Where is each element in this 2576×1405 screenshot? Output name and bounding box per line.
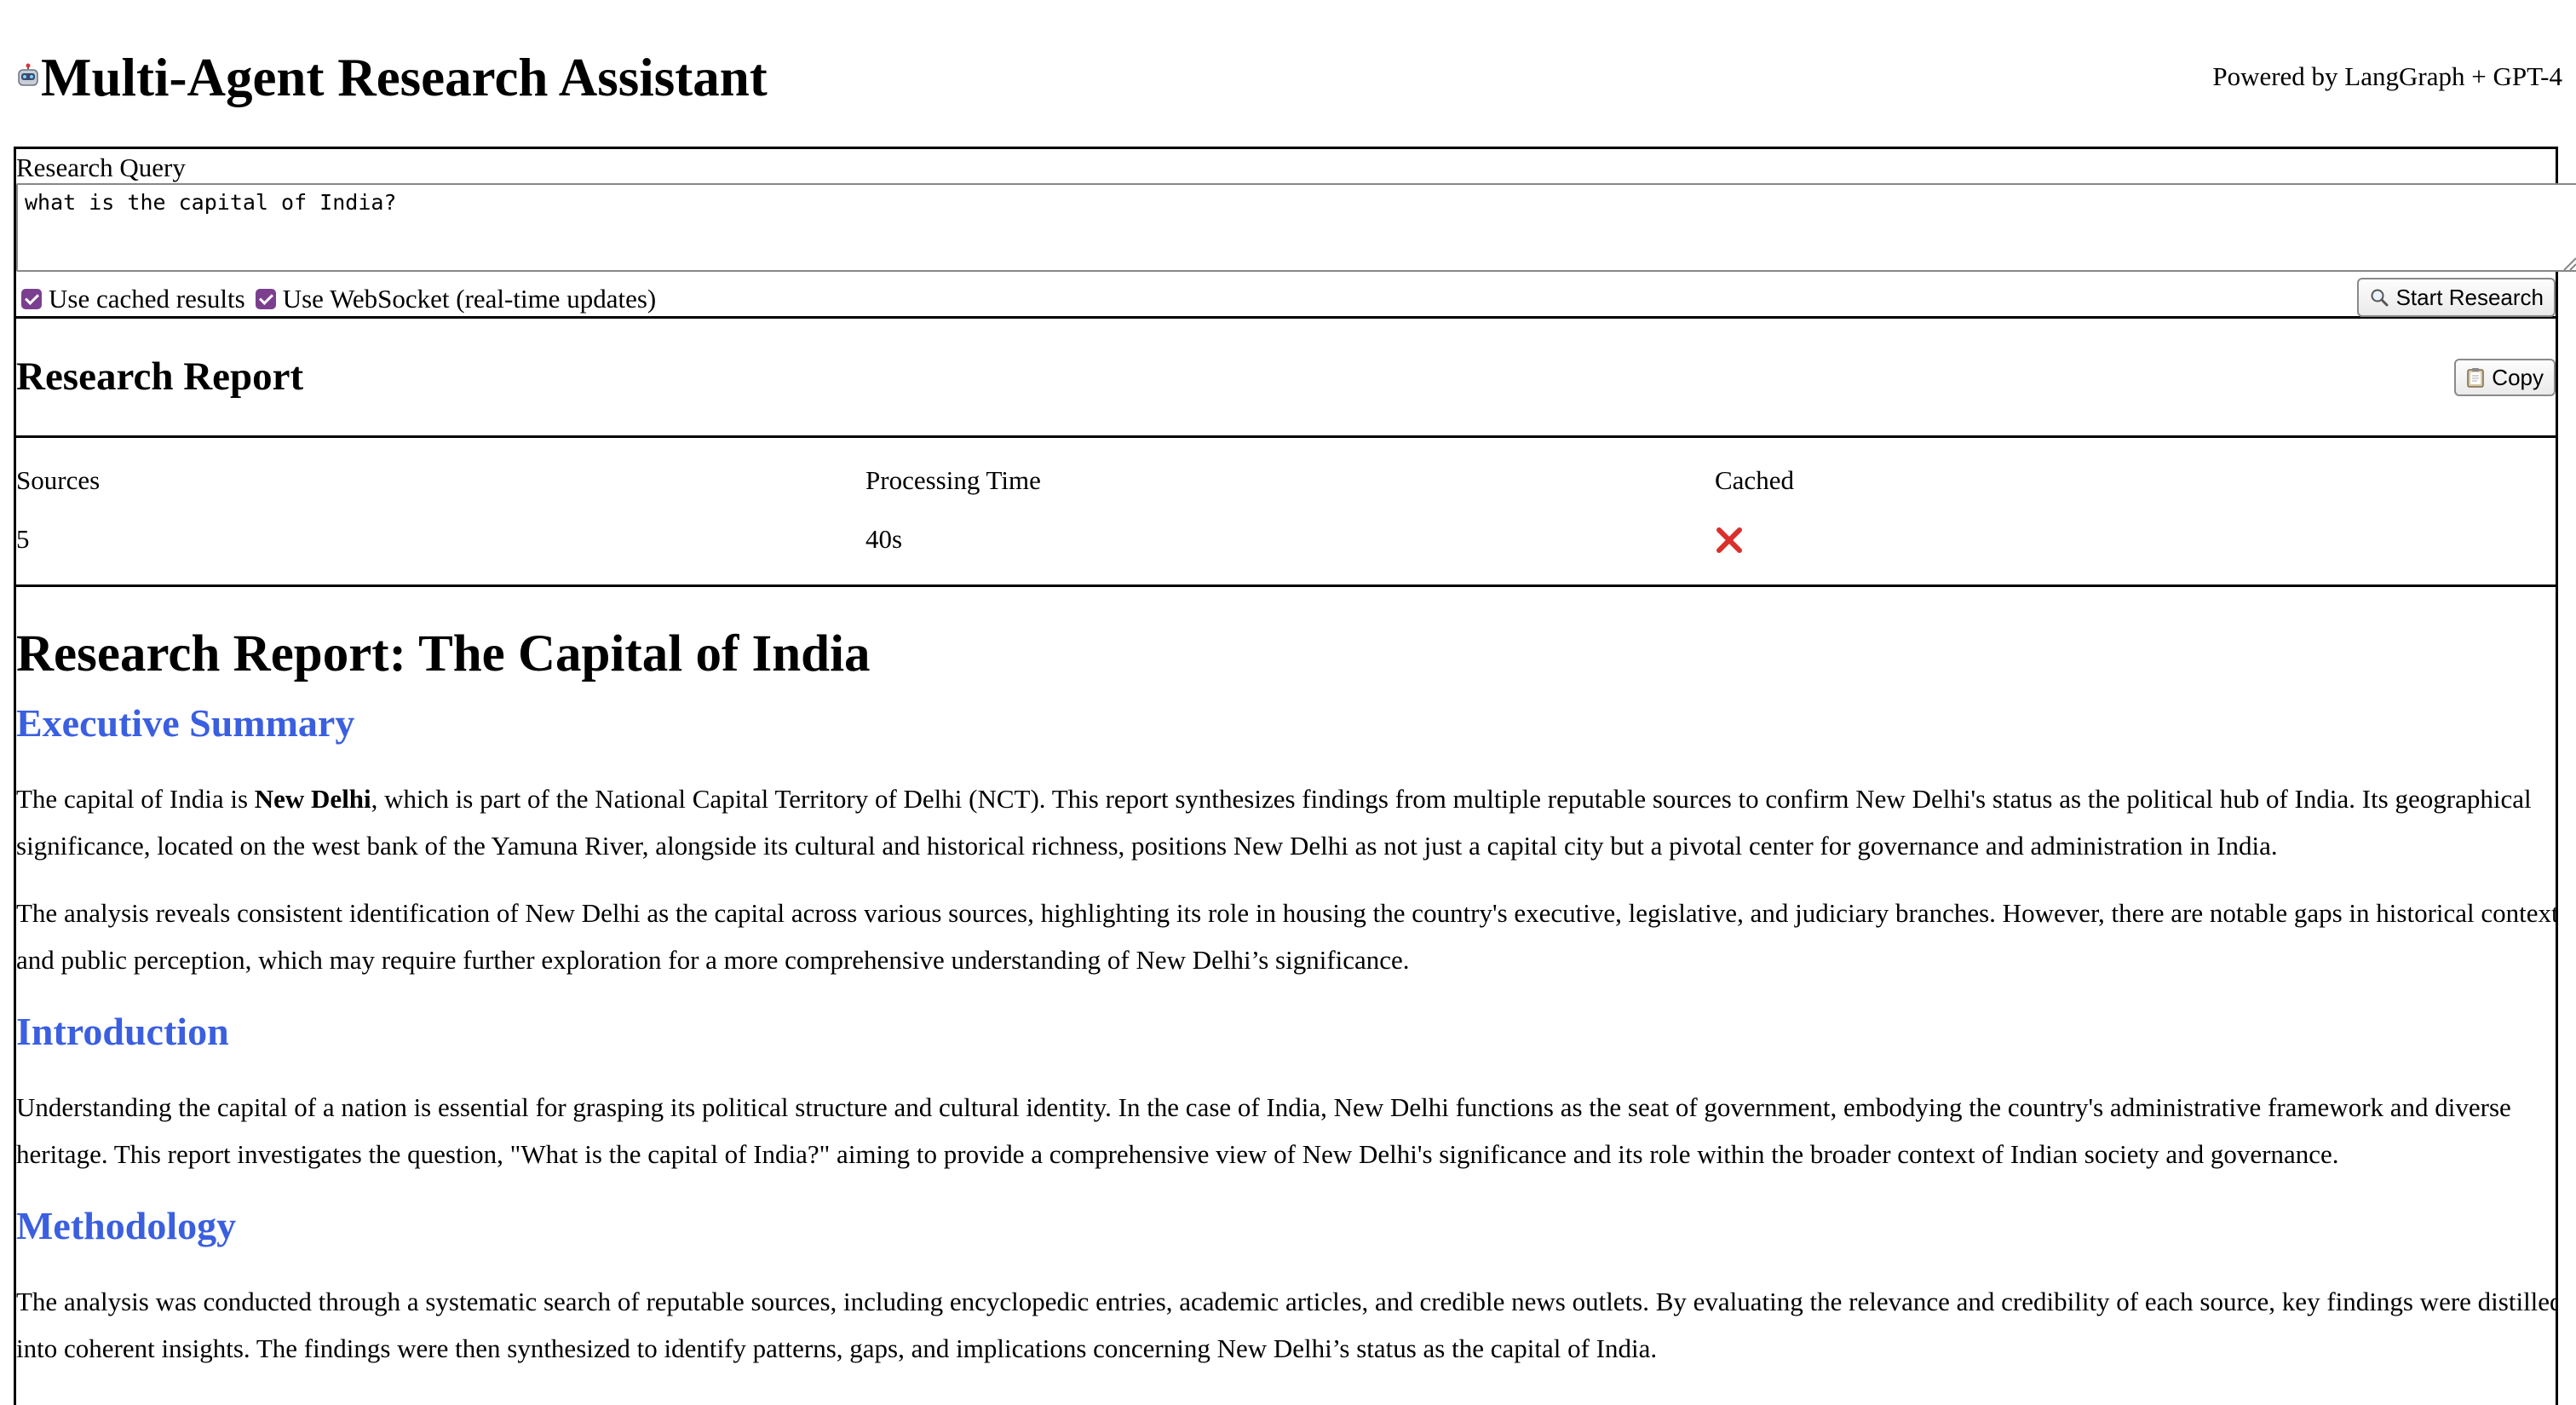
copy-button[interactable]: Copy: [2454, 359, 2556, 396]
paragraph-text: The capital of India is: [16, 784, 255, 814]
stat-processing-time: Processing Time 40s: [865, 464, 1041, 556]
research-query-label: Research Query: [16, 153, 186, 182]
paragraph-text: , which is part of the National Capital …: [16, 784, 2532, 861]
robot-icon: [18, 63, 38, 86]
stat-cached-label: Cached: [1715, 465, 1794, 495]
app-header: Multi-Agent Research Assistant Powered b…: [0, 0, 2576, 145]
report-stats: Sources 5 Processing Time 40s Cached: [14, 438, 2558, 587]
use-cached-label: Use cached results: [49, 284, 245, 314]
stat-processing-time-value: 40s: [865, 524, 903, 554]
use-cached-checkbox[interactable]: [21, 289, 42, 309]
magnifier-icon: [2371, 289, 2389, 307]
query-options: Use cached results Use WebSocket (real-t…: [21, 284, 666, 314]
executive-summary-paragraph-2: The analysis reveals consistent identifi…: [16, 898, 2558, 975]
stat-cached: Cached: [1715, 464, 1794, 555]
clipboard-icon: [2467, 368, 2485, 388]
stat-sources: Sources 5: [16, 464, 100, 556]
section-heading-methodology: Methodology: [16, 1204, 237, 1247]
copy-label: Copy: [2492, 365, 2544, 390]
app-title: Multi-Agent Research Assistant: [41, 48, 768, 107]
cross-mark-icon: [1716, 527, 1742, 553]
research-query-input[interactable]: what is the capital of India?: [16, 183, 2576, 272]
use-websocket-label: Use WebSocket (real-time updates): [282, 284, 657, 314]
powered-by-text: Powered by LangGraph + GPT-4: [2212, 61, 2562, 91]
use-websocket-checkbox[interactable]: [255, 289, 276, 309]
report-title: Research Report: The Capital of India: [16, 625, 871, 682]
use-cached-option[interactable]: Use cached results: [21, 284, 245, 314]
stat-sources-value: 5: [16, 524, 30, 554]
report-content: Research Report: The Capital of India Ex…: [14, 587, 2558, 1405]
section-heading-executive-summary: Executive Summary: [16, 701, 355, 745]
research-query-panel: Research Query what is the capital of In…: [14, 147, 2576, 319]
use-websocket-option[interactable]: Use WebSocket (real-time updates): [255, 284, 657, 314]
executive-summary-paragraph-1: The capital of India is New Delhi, which…: [16, 775, 2556, 869]
report-header: Research Report Copy: [14, 319, 2558, 438]
methodology-paragraph: The analysis was conducted through a sys…: [16, 1287, 2558, 1363]
introduction-paragraph: Understanding the capital of a nation is…: [16, 1092, 2511, 1169]
stat-sources-label: Sources: [16, 465, 101, 495]
section-heading-introduction: Introduction: [16, 1010, 229, 1053]
resize-grip-icon[interactable]: [2559, 253, 2576, 272]
start-research-button[interactable]: Start Research: [2356, 278, 2556, 317]
start-research-label: Start Research: [2395, 285, 2544, 310]
stat-processing-time-label: Processing Time: [865, 465, 1041, 495]
highlight-new-delhi: New Delhi: [254, 784, 371, 814]
report-header-title: Research Report: [16, 354, 304, 399]
